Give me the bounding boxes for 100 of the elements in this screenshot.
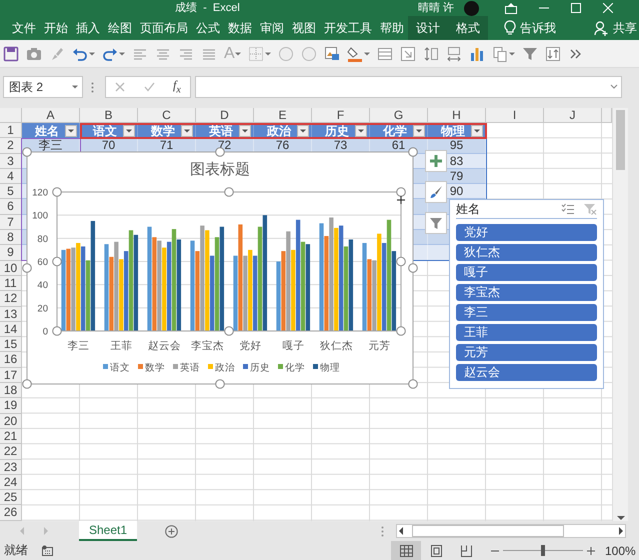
table-icon[interactable]	[376, 46, 393, 62]
ribbon-tab[interactable]: 格式	[448, 16, 488, 40]
zoom-level[interactable]: 100%	[605, 544, 636, 558]
ribbon-tab[interactable]: 开始	[40, 16, 72, 40]
legend-label[interactable]: 英语	[180, 362, 200, 374]
column-header[interactable]: G	[370, 108, 428, 123]
add-sheet-icon[interactable]	[165, 524, 178, 538]
maximize-icon[interactable]	[570, 3, 581, 13]
row-header[interactable]: 14	[0, 322, 22, 338]
more-options-icon[interactable]	[91, 82, 94, 92]
caret-icon[interactable]	[89, 52, 95, 56]
bar[interactable]	[252, 256, 258, 331]
filter-dropdown-button[interactable]	[471, 124, 483, 137]
sort-icon[interactable]	[544, 46, 561, 62]
ribbon-tab[interactable]: 数据	[224, 16, 256, 40]
bar[interactable]	[124, 251, 128, 331]
row-header[interactable]: 16	[0, 352, 22, 368]
bar[interactable]	[176, 240, 182, 331]
slicer-item[interactable]: 李三	[456, 304, 597, 321]
resize-handle[interactable]	[22, 379, 32, 389]
ribbon-tab[interactable]: 帮助	[376, 16, 408, 40]
slicer-item[interactable]: 王菲	[456, 324, 597, 341]
column-header[interactable]: H	[428, 108, 486, 123]
insert-function-button[interactable]: f$_{x}$	[172, 78, 181, 96]
cancel-icon[interactable]	[115, 82, 126, 92]
ribbon-tab[interactable]: 页面布局	[136, 16, 192, 40]
slicer-item[interactable]: 李宝杰	[456, 284, 597, 301]
resize-handle[interactable]	[52, 326, 62, 336]
enter-icon[interactable]	[144, 82, 155, 92]
bar[interactable]	[348, 240, 354, 331]
caret-icon[interactable]	[72, 85, 78, 89]
scrollbar-thumb[interactable]	[412, 525, 564, 537]
row-header[interactable]: 13	[0, 306, 22, 322]
resize-handle[interactable]	[408, 379, 418, 389]
legend-label[interactable]: 政治	[215, 362, 235, 374]
resize-handle[interactable]	[215, 147, 225, 157]
zoom-in-icon[interactable]	[587, 546, 595, 554]
bar[interactable]	[392, 251, 396, 331]
resize-handle[interactable]	[396, 326, 406, 336]
row-header[interactable]: 9	[0, 245, 22, 261]
scroll-right-icon[interactable]	[617, 527, 626, 535]
border-icon[interactable]	[248, 46, 264, 62]
row-header[interactable]: 8	[0, 230, 22, 246]
column-header[interactable]: I	[486, 108, 544, 123]
column-width-icon[interactable]	[446, 46, 462, 62]
bar[interactable]	[306, 244, 310, 331]
row-header[interactable]: 24	[0, 474, 22, 490]
caret-icon[interactable]	[119, 52, 125, 56]
ribbon-tab[interactable]: 文件	[8, 16, 40, 40]
sheet-tab[interactable]: Sheet1	[79, 521, 138, 541]
row-height-icon[interactable]	[422, 46, 439, 62]
bar[interactable]	[90, 220, 96, 331]
resize-icon[interactable]	[400, 46, 416, 62]
redo-icon[interactable]	[102, 46, 118, 62]
row-header[interactable]: 5	[0, 184, 22, 200]
row-header[interactable]: 12	[0, 291, 22, 307]
row-header[interactable]: 6	[0, 199, 22, 215]
resize-handle[interactable]	[224, 326, 234, 336]
resize-handle[interactable]	[52, 187, 62, 197]
ribbon-display-icon[interactable]	[504, 2, 517, 14]
share-button[interactable]: 共享	[590, 16, 639, 40]
multi-select-icon[interactable]	[561, 203, 575, 215]
slicer-item[interactable]: 狄仁杰	[456, 244, 597, 261]
camera-icon[interactable]	[26, 46, 42, 62]
row-header[interactable]: 25	[0, 490, 22, 506]
column-header[interactable]: A	[22, 108, 80, 123]
resize-handle[interactable]	[22, 147, 32, 157]
row-header[interactable]: 20	[0, 414, 22, 429]
ribbon-tab[interactable]: 开发工具	[320, 16, 376, 40]
bar[interactable]	[338, 226, 344, 331]
more-options-icon[interactable]	[381, 526, 384, 536]
row-header[interactable]: 10	[0, 260, 22, 276]
bar[interactable]	[324, 236, 329, 331]
resize-handle[interactable]	[224, 187, 234, 197]
bar[interactable]	[134, 234, 138, 331]
copy-icon[interactable]	[492, 46, 508, 62]
bar[interactable]	[296, 220, 300, 331]
scrollbar-thumb[interactable]	[616, 110, 625, 170]
bar[interactable]	[109, 256, 114, 331]
macro-record-icon[interactable]	[42, 545, 53, 556]
legend-label[interactable]: 数学	[145, 362, 165, 374]
fill-bucket-icon[interactable]	[346, 46, 363, 62]
picture-icon[interactable]	[324, 46, 340, 62]
column-header[interactable]: E	[254, 108, 312, 123]
ribbon-tab[interactable]: 视图	[288, 16, 320, 40]
scroll-left-icon[interactable]	[397, 527, 406, 535]
bar-chart-icon[interactable]	[468, 46, 485, 62]
filter-dropdown-button[interactable]	[413, 124, 425, 137]
zoom-slider-thumb[interactable]	[541, 545, 545, 556]
filter-dropdown-button[interactable]	[239, 124, 251, 137]
row-header[interactable]: 22	[0, 444, 22, 460]
chart-title[interactable]: 图表标题	[190, 161, 250, 178]
bar[interactable]	[238, 224, 243, 331]
row-header[interactable]: 11	[0, 276, 22, 292]
resize-handle[interactable]	[22, 263, 32, 273]
formula-input[interactable]	[195, 76, 622, 98]
vertical-scrollbar[interactable]	[612, 108, 628, 521]
resize-handle[interactable]	[52, 256, 62, 266]
chart-filters-button[interactable]	[425, 212, 447, 234]
plot-area-border[interactable]	[56, 192, 402, 332]
